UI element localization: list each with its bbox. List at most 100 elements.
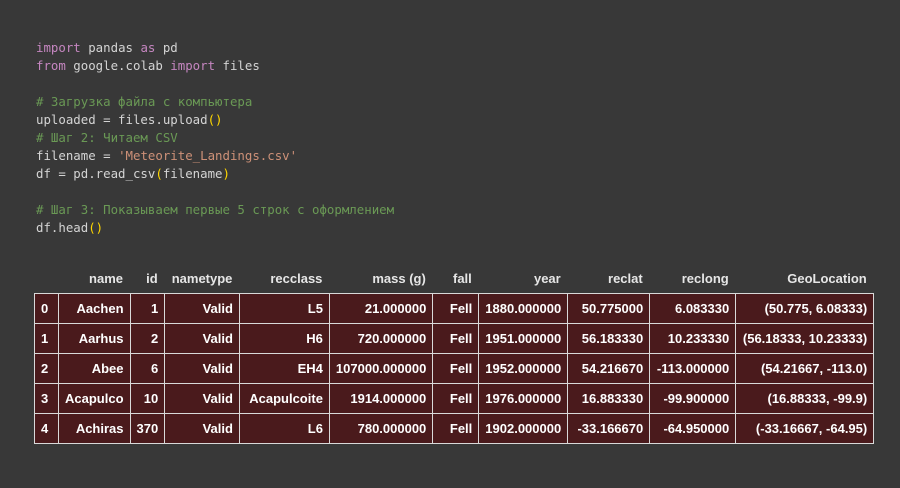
code-token: ) xyxy=(222,166,230,181)
code-token: df.head xyxy=(36,220,89,235)
code-token: pandas xyxy=(80,40,141,55)
table-cell: 720.000000 xyxy=(328,323,434,354)
code-token: 'Meteorite_Landings.csv' xyxy=(118,148,298,163)
table-cell: Valid xyxy=(164,293,240,324)
table-cell: -99.900000 xyxy=(649,383,737,414)
code-token: import xyxy=(36,40,81,55)
table-cell: 780.000000 xyxy=(328,413,434,444)
code-cell[interactable]: import pandas as pd from google.colab imp… xyxy=(36,39,394,237)
table-cell: Fell xyxy=(432,383,480,414)
table-cell: 1 xyxy=(129,293,166,324)
column-header: year xyxy=(533,270,561,286)
code-token: as xyxy=(140,40,156,55)
dataframe-table: name id nametype recclass mass (g) fall year re… xyxy=(34,263,875,444)
table-cell: 107000.000000 xyxy=(328,353,434,384)
column-header xyxy=(35,263,59,294)
table-cell: L5 xyxy=(238,293,330,324)
table-cell: 1902.000000 xyxy=(478,413,569,444)
table-body: 0 Aachen 1 Valid L5 21.000000 Fell 1880.000000 5… xyxy=(34,293,875,444)
code-line: df = pd.read_csv(filename) xyxy=(36,165,394,183)
table-cell: EH4 xyxy=(238,353,330,384)
code-line: uploaded = files.upload() xyxy=(36,111,394,129)
column-header: reclat xyxy=(608,270,643,286)
code-token: filename = xyxy=(36,148,119,163)
table-row: 3 Acapulco 10 Valid Acapulcoite 1914.000000 Fe… xyxy=(34,383,875,414)
table-cell: 16.883330 xyxy=(567,383,651,414)
table-cell: 54.216670 xyxy=(567,353,651,384)
table-row: 2 Abee 6 Valid EH4 107000.000000 Fell 1952.0000… xyxy=(34,353,875,384)
row-index: 0 xyxy=(34,293,59,324)
table-cell: 56.183330 xyxy=(567,323,651,354)
table-cell: Achiras xyxy=(58,413,131,444)
table-cell: 6.083330 xyxy=(649,293,737,324)
table-cell: Acapulcoite xyxy=(238,383,330,414)
column-header: recclass xyxy=(270,270,323,286)
column-header: reclong xyxy=(681,270,729,286)
code-line: # Шаг 2: Читаем CSV xyxy=(36,129,394,147)
code-token: # Шаг 2: Читаем CSV xyxy=(36,130,178,145)
table-cell: (54.21667, -113.0) xyxy=(735,353,875,384)
column-header: mass (g) xyxy=(372,270,426,286)
table-cell: 10 xyxy=(129,383,166,414)
table-cell: Fell xyxy=(432,353,480,384)
row-index: 1 xyxy=(34,323,59,354)
code-token: files xyxy=(215,58,260,73)
row-index: 3 xyxy=(34,383,59,414)
code-token: filename xyxy=(162,166,223,181)
column-header: id xyxy=(146,270,158,286)
code-token: () xyxy=(207,112,223,127)
table-header: name id nametype recclass mass (g) fall year re… xyxy=(35,263,874,294)
table-cell: (56.18333, 10.23333) xyxy=(735,323,875,354)
table-cell: 1952.000000 xyxy=(478,353,569,384)
dataframe-output: name id nametype recclass mass (g) fall year re… xyxy=(34,263,875,444)
table-cell: Aachen xyxy=(58,293,131,324)
table-cell: -113.000000 xyxy=(649,353,737,384)
row-index: 4 xyxy=(34,413,59,444)
table-row: 4 Achiras 370 Valid L6 780.000000 Fell 1902.000… xyxy=(34,413,875,444)
code-line: filename = 'Meteorite_Landings.csv' xyxy=(36,147,394,165)
table-cell: 370 xyxy=(129,413,166,444)
table-cell: 1880.000000 xyxy=(478,293,569,324)
table-row: 0 Aachen 1 Valid L5 21.000000 Fell 1880.000000 5… xyxy=(34,293,875,324)
table-cell: 21.000000 xyxy=(328,293,434,324)
table-cell: 50.775000 xyxy=(567,293,651,324)
table-cell: 1914.000000 xyxy=(328,383,434,414)
table-cell: Valid xyxy=(164,383,240,414)
table-cell: 2 xyxy=(129,323,166,354)
column-header: fall xyxy=(453,270,472,286)
table-cell: (16.88333, -99.9) xyxy=(735,383,875,414)
table-cell: Fell xyxy=(432,413,480,444)
code-line: import pandas as pd xyxy=(36,39,394,57)
code-line: # Загрузка файла с компьютера xyxy=(36,93,394,111)
code-token: df = pd.read_csv xyxy=(36,166,156,181)
table-cell: 1976.000000 xyxy=(478,383,569,414)
code-token: # Шаг 3: Показываем первые 5 строк с офо… xyxy=(36,202,395,217)
table-cell: H6 xyxy=(238,323,330,354)
table-cell: Fell xyxy=(432,323,480,354)
table-cell: Aarhus xyxy=(58,323,131,354)
row-index: 2 xyxy=(34,353,59,384)
table-cell: 1951.000000 xyxy=(478,323,569,354)
table-cell: 10.233330 xyxy=(649,323,737,354)
code-line: # Шаг 3: Показываем первые 5 строк с офо… xyxy=(36,201,394,219)
code-token: uploaded = files.upload xyxy=(36,112,208,127)
table-cell: (50.775, 6.08333) xyxy=(735,293,875,324)
table-cell: -33.166670 xyxy=(567,413,651,444)
code-token: () xyxy=(88,220,104,235)
table-cell: Fell xyxy=(432,293,480,324)
code-token: # Загрузка файла с компьютера xyxy=(36,94,253,109)
code-token: from xyxy=(36,58,66,73)
code-token: import xyxy=(170,58,216,73)
code-line: df.head() xyxy=(36,219,394,237)
code-line: from google.colab import files xyxy=(36,57,394,75)
table-row: 1 Aarhus 2 Valid H6 720.000000 Fell 1951.000000… xyxy=(34,323,875,354)
code-token: google.colab xyxy=(65,58,171,73)
table-cell: Acapulco xyxy=(58,383,131,414)
column-header: GeoLocation xyxy=(787,270,867,286)
table-cell: 6 xyxy=(129,353,166,384)
table-cell: -64.950000 xyxy=(649,413,737,444)
code-token: pd xyxy=(155,40,178,55)
table-cell: (-33.16667, -64.95) xyxy=(735,413,875,444)
